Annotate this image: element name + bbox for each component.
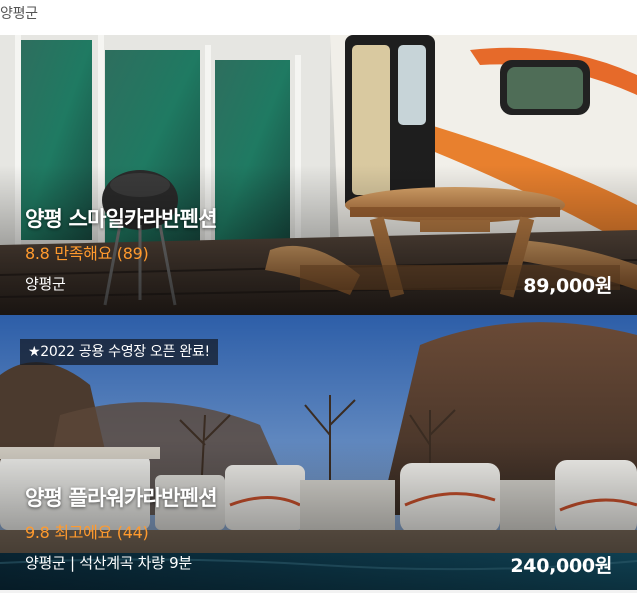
listing-location: 양평군 xyxy=(25,275,66,293)
listing-rating: 8.8 만족해요 (89) xyxy=(25,244,149,263)
listing-name: 양평 플라워카라반펜션 xyxy=(25,486,218,510)
region-header: 양평군 xyxy=(0,6,38,22)
listing-rating: 9.8 최고에요 (44) xyxy=(25,523,149,542)
listing-name: 양평 스마일카라반펜션 xyxy=(25,207,218,231)
listing-location: 양평군 | 석산계곡 차량 9분 xyxy=(25,554,192,572)
listing-card[interactable]: ★2022 공용 수영장 오픈 완료! 양평 플라워카라반펜션 9.8 최고에요… xyxy=(0,315,637,590)
promo-badge: ★2022 공용 수영장 오픈 완료! xyxy=(20,339,218,365)
listing-price: 89,000원 xyxy=(523,275,612,297)
listing-price: 240,000원 xyxy=(510,555,612,577)
listing-card[interactable]: 양평 스마일카라반펜션 8.8 만족해요 (89) 양평군 89,000원 xyxy=(0,35,637,315)
